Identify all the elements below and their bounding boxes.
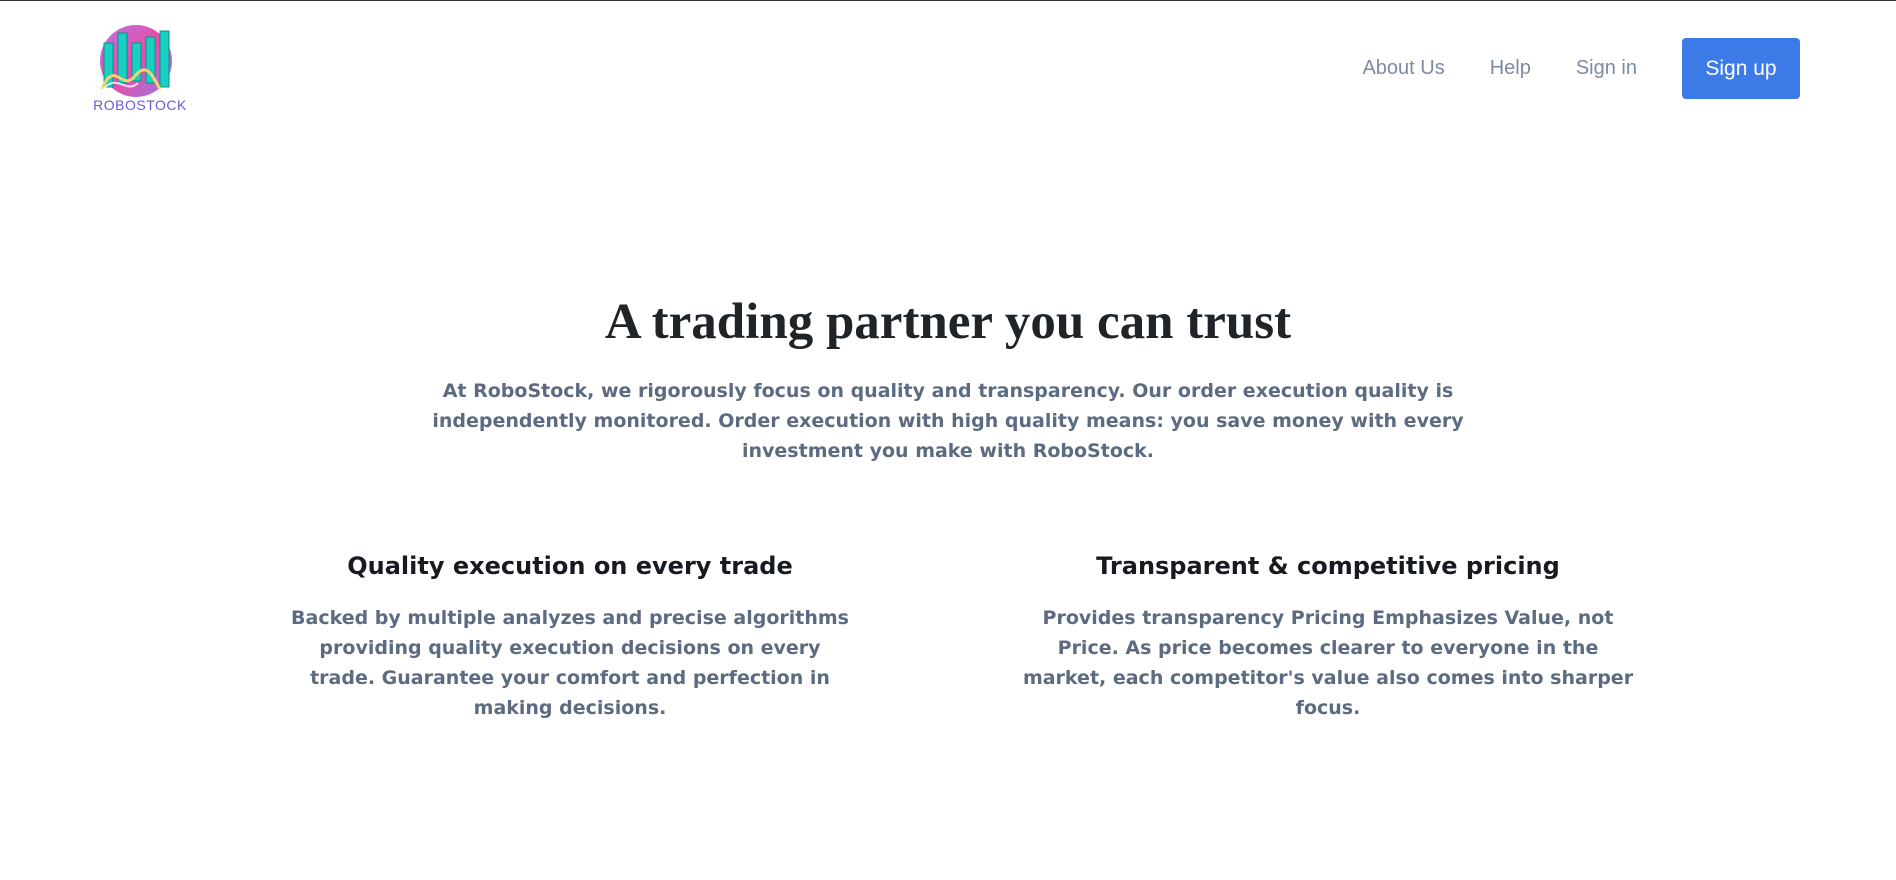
hero-description: At RoboStock, we rigorously focus on qua… <box>432 380 1464 462</box>
feature-transparent-pricing: Transparent & competitive pricing Provid… <box>1018 547 1638 723</box>
feature-quality-execution: Quality execution on every trade Backed … <box>290 547 850 723</box>
main-nav: About Us Help Sign in Sign up <box>1362 38 1800 99</box>
robostock-logo[interactable]: ROBOSTOCK <box>88 19 192 119</box>
feature-title: Quality execution on every trade <box>347 552 793 580</box>
robostock-logo-icon <box>100 25 172 97</box>
hero-title: A trading partner you can trust <box>604 294 1292 350</box>
sign-up-button[interactable]: Sign up <box>1682 38 1800 99</box>
nav-about-us[interactable]: About Us <box>1362 57 1444 80</box>
feature-description: Provides transparency Pricing Emphasizes… <box>1022 607 1634 719</box>
site-header: ROBOSTOCK About Us Help Sign in Sign up <box>0 1 1896 131</box>
page: ROBOSTOCK About Us Help Sign in Sign up … <box>0 0 1896 880</box>
feature-title: Transparent & competitive pricing <box>1096 552 1560 580</box>
feature-description: Backed by multiple analyzes and precise … <box>291 607 849 719</box>
nav-help[interactable]: Help <box>1490 57 1531 80</box>
logo-wordmark: ROBOSTOCK <box>93 97 187 113</box>
nav-sign-in[interactable]: Sign in <box>1576 57 1637 80</box>
